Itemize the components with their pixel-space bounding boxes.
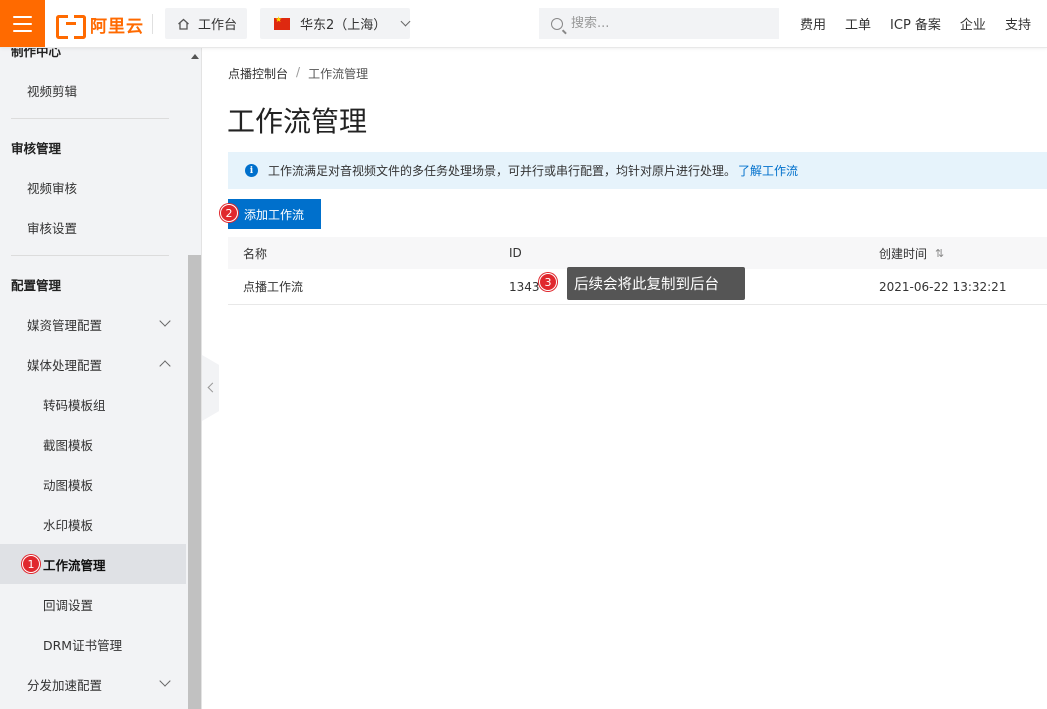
column-header-created-label: 创建时间 xyxy=(879,246,928,261)
logo-text: 阿里云 xyxy=(90,16,144,37)
info-notice: i 工作流满足对音视频文件的多任务处理场景，可并行或串行配置，均针对原片进行处理… xyxy=(228,152,1047,189)
workbench-label: 工作台 xyxy=(198,18,238,33)
chevron-down-icon xyxy=(400,16,411,27)
sidebar-section-production: 制作中心 xyxy=(11,48,62,59)
info-icon: i xyxy=(245,164,258,177)
sidebar-item-video-audit[interactable]: 视频审核 xyxy=(0,167,186,207)
sidebar-collapse-handle[interactable] xyxy=(202,355,219,421)
sidebar-item-drm-certificate[interactable]: DRM证书管理 xyxy=(0,624,186,664)
sidebar-section-config: 配置管理 xyxy=(11,277,62,293)
nav-support[interactable]: 支持 xyxy=(1005,14,1031,33)
table-header: 名称 ID 创建时间 ⇅ xyxy=(228,237,1047,269)
header-divider xyxy=(152,14,153,34)
home-icon xyxy=(178,18,189,30)
breadcrumb: 点播控制台 / 工作流管理 xyxy=(228,65,368,82)
step-badge-1: 1 xyxy=(22,555,40,573)
hamburger-menu-icon[interactable] xyxy=(0,0,45,47)
sidebar-item-label: 媒资管理配置 xyxy=(27,317,103,333)
search-input[interactable] xyxy=(571,16,751,31)
chevron-down-icon xyxy=(159,675,171,687)
nav-enterprise[interactable]: 企业 xyxy=(960,14,986,33)
sidebar-divider xyxy=(11,255,169,256)
chevron-up-icon xyxy=(159,360,171,372)
region-label: 华东2（上海） xyxy=(300,18,387,33)
add-workflow-button[interactable]: 添加工作流 xyxy=(228,199,321,229)
top-nav: 费用 工单 ICP 备案 企业 支持 A xyxy=(800,0,1047,47)
aliyun-logo[interactable]: 阿里云 xyxy=(56,12,144,39)
sidebar-scroll-thumb[interactable] xyxy=(188,255,201,709)
sidebar-item-snapshot-template[interactable]: 截图模板 xyxy=(0,424,186,464)
sidebar-divider xyxy=(11,118,169,119)
sidebar-section-audit: 审核管理 xyxy=(11,140,62,156)
nav-billing[interactable]: 费用 xyxy=(800,14,826,33)
sort-icon[interactable]: ⇅ xyxy=(935,247,944,260)
breadcrumb-root[interactable]: 点播控制台 xyxy=(228,65,288,82)
sidebar-item-gif-template[interactable]: 动图模板 xyxy=(0,464,186,504)
sidebar-item-watermark-template[interactable]: 水印模板 xyxy=(0,504,186,544)
workbench-button[interactable]: 工作台 xyxy=(165,8,247,39)
search-box[interactable] xyxy=(539,8,779,39)
sidebar-item-video-edit[interactable]: 视频剪辑 xyxy=(0,70,186,110)
column-header-id: ID xyxy=(509,246,522,260)
top-bar: 阿里云 工作台 华东2（上海） 费用 工单 ICP 备案 企业 支持 A xyxy=(0,0,1047,48)
chevron-down-icon xyxy=(159,315,171,327)
cell-id: 1343 xyxy=(509,279,540,294)
page-title: 工作流管理 xyxy=(227,105,368,138)
china-flag-icon xyxy=(274,15,290,30)
step-badge-2: 2 xyxy=(220,204,238,222)
sidebar-item-media-asset-config[interactable]: 媒资管理配置 xyxy=(0,304,186,344)
learn-workflow-link[interactable]: 了解工作流 xyxy=(738,162,798,179)
column-header-name: 名称 xyxy=(243,246,268,261)
sidebar-item-audit-settings[interactable]: 审核设置 xyxy=(0,207,186,247)
breadcrumb-current: 工作流管理 xyxy=(308,67,369,81)
sidebar-item-media-processing-config[interactable]: 媒体处理配置 xyxy=(0,344,186,384)
sidebar-item-transcode-template-group[interactable]: 转码模板组 xyxy=(0,384,186,424)
cell-created: 2021-06-22 13:32:21 xyxy=(879,279,1007,294)
scroll-up-arrow-icon[interactable] xyxy=(191,54,199,59)
sidebar-item-label: 媒体处理配置 xyxy=(27,357,103,373)
column-header-created[interactable]: 创建时间 ⇅ xyxy=(879,237,944,269)
search-icon xyxy=(551,17,563,30)
annotation-tooltip: 后续会将此复制到后台 xyxy=(567,267,745,300)
breadcrumb-separator: / xyxy=(296,65,301,79)
sidebar-item-callback-settings[interactable]: 回调设置 xyxy=(0,584,186,624)
nav-icp[interactable]: ICP 备案 xyxy=(890,14,941,33)
notice-text: 工作流满足对音视频文件的多任务处理场景，可并行或串行配置，均针对原片进行处理。 xyxy=(268,164,737,178)
sidebar-item-cdn-config[interactable]: 分发加速配置 xyxy=(0,664,186,704)
cell-name: 点播工作流 xyxy=(243,280,304,294)
sidebar: 制作中心 视频剪辑 审核管理 视频审核 审核设置 配置管理 媒资管理配置 媒体处… xyxy=(0,48,202,709)
nav-ticket[interactable]: 工单 xyxy=(845,14,871,33)
sidebar-item-label: 分发加速配置 xyxy=(27,677,103,693)
region-selector[interactable]: 华东2（上海） xyxy=(260,8,411,39)
step-badge-3: 3 xyxy=(539,273,557,291)
aliyun-logo-mark xyxy=(56,15,86,39)
